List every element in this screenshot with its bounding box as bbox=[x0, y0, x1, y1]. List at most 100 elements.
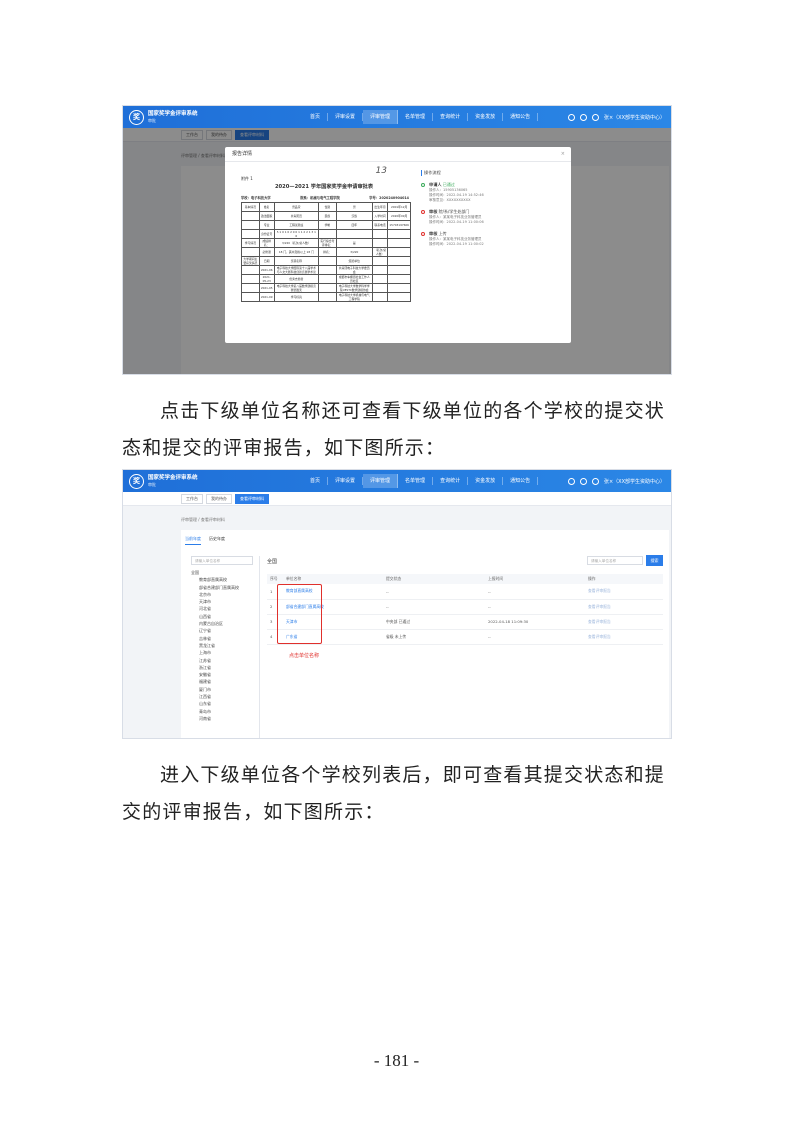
user-icon[interactable] bbox=[591, 113, 599, 121]
form-cell: 18 门，其中及格以上 18 门 bbox=[273, 247, 319, 257]
tree-item[interactable]: 辽宁省 bbox=[191, 627, 253, 634]
view-report-link[interactable]: 查看评审报告 bbox=[585, 584, 663, 600]
nav-query-stats[interactable]: 查询统计 bbox=[433, 113, 469, 121]
nav-list-management[interactable]: 名单管理 bbox=[398, 477, 434, 485]
header-right: 张×（XX部学生资助中心） bbox=[567, 106, 665, 128]
nav-home[interactable]: 首页 bbox=[303, 113, 329, 121]
app-logo-icon: 奖 bbox=[129, 109, 144, 125]
app-name-block: 国家奖学金评审系统 审批 bbox=[148, 475, 198, 487]
tree-item[interactable]: 厦门市 bbox=[191, 686, 253, 693]
tree-item[interactable]: 内蒙古自治区 bbox=[191, 620, 253, 627]
form-row: 学习情况 成绩排名： 3/220（名次/总人数） 实行综合考评排名：是 bbox=[241, 238, 411, 248]
nav-review-management[interactable]: 评审管理 bbox=[363, 110, 399, 124]
form-student-no: 学号：2020240904014 bbox=[369, 196, 409, 200]
tab-history-year[interactable]: 历史年度 bbox=[209, 536, 225, 545]
tree-search-input[interactable]: 请输入单位名称 bbox=[191, 556, 253, 565]
unit-search-input[interactable]: 请输入单位名称 bbox=[587, 556, 643, 565]
tree-item[interactable]: 黑龙江省 bbox=[191, 642, 253, 649]
tab-todo[interactable]: 我的待办 bbox=[206, 493, 232, 504]
form-cell: 姓名 bbox=[258, 202, 275, 212]
nav-list-management[interactable]: 名单管理 bbox=[398, 113, 434, 121]
col-no: 序号 bbox=[267, 574, 283, 584]
help-icon[interactable] bbox=[567, 113, 575, 121]
tree-item[interactable]: 河南省 bbox=[191, 715, 253, 722]
modal-header: 报告详情 × bbox=[225, 147, 571, 162]
form-row: 身份证号 5 1 0 1 0 2 0 0 1 1 2 2 1 3 1 6 bbox=[241, 229, 411, 239]
form-cell: 电子科技大学第八届数学建模竞赛优胜奖 bbox=[273, 283, 319, 293]
nav-review-settings[interactable]: 评审设置 bbox=[328, 477, 364, 485]
header-right: 张×（XX部学生资助中心） bbox=[567, 470, 665, 492]
tree-item[interactable]: 上海市 bbox=[191, 649, 253, 656]
timeline-node-name: 审核 bbox=[429, 209, 438, 214]
table-cell: 省级 未上传 bbox=[383, 629, 485, 645]
timeline-line: 操作时间：2022-04-19 11:00:02 bbox=[429, 242, 484, 246]
tree-item[interactable]: 浙江省 bbox=[191, 664, 253, 671]
form-cell bbox=[387, 229, 411, 239]
user-name[interactable]: 张×（XX部学生资助中心） bbox=[604, 114, 665, 121]
tree-item[interactable]: 山西省 bbox=[191, 613, 253, 620]
content-title: 全国 bbox=[267, 559, 278, 565]
content-panel: 当前年度 历史年度 请输入单位名称 全国 教育部直属高校 部省合建部门直属高校 北京市… bbox=[181, 530, 669, 738]
tree-item[interactable]: 吉林省 bbox=[191, 635, 253, 642]
view-report-link[interactable]: 查看评审报告 bbox=[585, 629, 663, 645]
form-cell: 性别 bbox=[317, 202, 337, 212]
user-icon[interactable] bbox=[591, 477, 599, 485]
nav-notices[interactable]: 通知公告 bbox=[503, 113, 539, 121]
form-row: 2021-05-23 优秀志愿者 成都市车棚街社会工作人员社区 bbox=[241, 274, 411, 284]
form-cell bbox=[317, 283, 337, 293]
tree-item[interactable]: 福建省 bbox=[191, 678, 253, 685]
form-cell bbox=[387, 238, 411, 248]
tree-item[interactable]: 北京市 bbox=[191, 591, 253, 598]
close-icon[interactable]: × bbox=[561, 147, 565, 162]
timeline-status: 上传 bbox=[438, 231, 447, 236]
form-cell: 政治面貌 bbox=[258, 211, 275, 221]
bell-icon[interactable] bbox=[579, 477, 587, 485]
nav-query-stats[interactable]: 查询统计 bbox=[433, 477, 469, 485]
nav-review-management[interactable]: 评审管理 bbox=[363, 474, 399, 488]
tree-item[interactable]: 青岛市 bbox=[191, 708, 253, 715]
modal-title: 报告详情 bbox=[232, 151, 253, 157]
top-nav: 首页 评审设置 评审管理 名单管理 查询统计 资金发放 通知公告 bbox=[303, 106, 539, 128]
form-cell: 排名： bbox=[317, 247, 337, 257]
user-name[interactable]: 张×（XX部学生资助中心） bbox=[604, 478, 665, 485]
tree-item[interactable]: 天津市 bbox=[191, 598, 253, 605]
form-cell: 优秀志愿者 bbox=[273, 274, 319, 284]
form-cell bbox=[317, 265, 337, 275]
tree-item[interactable]: 安徽省 bbox=[191, 671, 253, 678]
bell-icon[interactable] bbox=[579, 113, 587, 121]
tab-workbench[interactable]: 工作台 bbox=[181, 493, 203, 504]
tree-item[interactable]: 山东省 bbox=[191, 700, 253, 707]
status-dot-icon bbox=[421, 183, 425, 187]
form-row: 2021-06 电子科技大学国际第十八届学术与人文大赛科技创新竞赛学术论 共青团电子… bbox=[241, 265, 411, 275]
timeline-line: 审核意见：XXXXXXXXXX bbox=[429, 198, 471, 202]
tree-item[interactable]: 江苏省 bbox=[191, 657, 253, 664]
search-button[interactable]: 搜索 bbox=[646, 555, 663, 566]
form-cell: 电子科技大学数学科学学院UESTC数学建模协会 bbox=[335, 283, 373, 293]
col-status: 提交状态 bbox=[383, 574, 485, 584]
nav-funds[interactable]: 资金发放 bbox=[468, 477, 504, 485]
form-cell bbox=[317, 256, 337, 266]
nav-funds[interactable]: 资金发放 bbox=[468, 113, 504, 121]
tree-item[interactable]: 教育部直属高校 bbox=[191, 576, 253, 583]
view-report-link[interactable]: 查看评审报告 bbox=[585, 599, 663, 615]
breadcrumb: 评审管理 / 查看评审材料 bbox=[181, 517, 225, 522]
app-name: 国家奖学金评审系统 bbox=[148, 475, 198, 482]
form-row: 政治面貌 共青团员 民族 汉族 入学时间 2020年09月 bbox=[241, 211, 411, 221]
tree-item[interactable]: 江西省 bbox=[191, 693, 253, 700]
tab-current-year[interactable]: 当前年度 bbox=[185, 536, 201, 545]
tree-item[interactable]: 部省合建部门直属高校 bbox=[191, 584, 253, 591]
form-cell: 大学期间主要获奖情况 bbox=[241, 256, 260, 266]
nav-notices[interactable]: 通知公告 bbox=[503, 477, 539, 485]
form-cell bbox=[317, 292, 337, 302]
help-icon[interactable] bbox=[567, 477, 575, 485]
form-cell: 入学时间 bbox=[371, 211, 389, 221]
timeline-node-name: 审核 bbox=[429, 231, 438, 236]
form-row: 基本情况 姓名 曾品萱 性别男出生年月 2001年12月 bbox=[241, 202, 411, 212]
tab-view-materials[interactable]: 查看评审材料 bbox=[235, 493, 269, 504]
nav-review-settings[interactable]: 评审设置 bbox=[328, 113, 364, 121]
nav-home[interactable]: 首页 bbox=[303, 477, 329, 485]
tree-item[interactable]: 河北省 bbox=[191, 605, 253, 612]
view-report-link[interactable]: 查看评审报告 bbox=[585, 614, 663, 630]
form-cell bbox=[241, 283, 260, 293]
tree-item[interactable]: 全国 bbox=[191, 569, 253, 576]
